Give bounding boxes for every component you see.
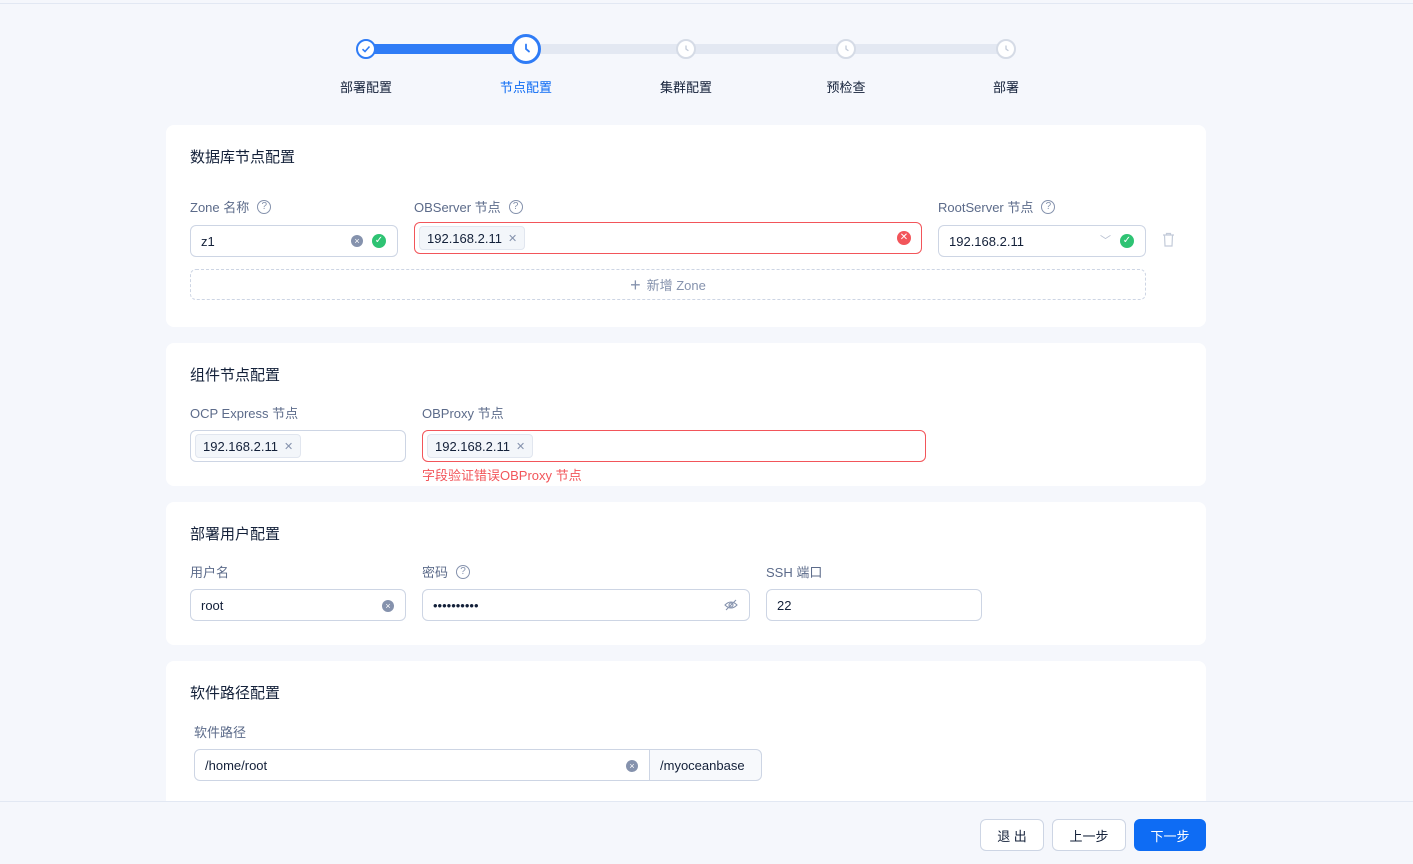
step-label: 部署配置 <box>339 80 392 95</box>
deploy-user-card: 部署用户配置 用户名 root × 密码 ? •••••••••• SSH 端口… <box>166 502 1206 645</box>
error-icon: ✕ <box>897 231 911 245</box>
delete-icon[interactable] <box>1162 232 1175 250</box>
tag-text: 192.168.2.11 <box>427 230 502 246</box>
eye-invisible-icon[interactable] <box>724 598 738 615</box>
step-label: 部署 <box>992 80 1019 95</box>
chevron-down-icon: ﹀ <box>1100 235 1111 247</box>
step-label: 节点配置 <box>499 80 552 95</box>
observer-select[interactable]: 192.168.2.11 ✕ ✕ <box>414 222 922 254</box>
clock-icon <box>676 39 696 59</box>
obproxy-tag: 192.168.2.11 ✕ <box>427 434 534 458</box>
tag-text: 192.168.2.11 <box>203 438 278 454</box>
observer-label: OBServer 节点 ? <box>414 197 523 216</box>
db-node-card: 数据库节点配置 Zone 名称 ? z1 × ✓ OBServer 节点 ? 1… <box>166 125 1206 327</box>
label-text: RootServer 节点 <box>938 200 1034 215</box>
ocp-express-select[interactable]: 192.168.2.11 ✕ <box>190 430 406 462</box>
clock-icon <box>511 34 541 64</box>
obproxy-label: OBProxy 节点 <box>422 403 504 422</box>
password-input[interactable]: •••••••••• <box>422 589 750 621</box>
step-label: 预检查 <box>826 80 866 95</box>
password-label: 密码 ? <box>422 562 471 581</box>
label-text: OBProxy 节点 <box>422 406 504 421</box>
button-label: 新增 Zone <box>646 278 706 293</box>
card-title: 组件节点配置 <box>190 367 281 384</box>
label-text: 软件路径 <box>194 725 247 740</box>
plus-icon: + <box>630 274 641 295</box>
success-icon: ✓ <box>372 234 386 248</box>
software-path-input[interactable]: /home/root × <box>194 749 650 781</box>
rootserver-select[interactable]: 192.168.2.11 ﹀ ✓ <box>938 225 1146 257</box>
next-step-button[interactable]: 下一步 <box>1134 819 1206 851</box>
component-node-card: 组件节点配置 OCP Express 节点 192.168.2.11 ✕ OBP… <box>166 343 1206 486</box>
label-text: 密码 <box>422 565 449 580</box>
label-text: Zone 名称 <box>190 200 250 215</box>
help-icon[interactable]: ? <box>1041 199 1056 214</box>
label-text: OCP Express 节点 <box>190 406 299 421</box>
success-icon: ✓ <box>1120 234 1134 248</box>
tag-text: 192.168.2.11 <box>435 438 510 454</box>
top-divider <box>0 3 1413 4</box>
select-value: 192.168.2.11 <box>949 233 1024 249</box>
username-input[interactable]: root × <box>190 589 406 621</box>
close-icon[interactable]: ✕ <box>508 232 517 245</box>
input-value: 22 <box>777 597 792 613</box>
ocp-tag: 192.168.2.11 ✕ <box>195 434 302 458</box>
add-zone-button[interactable]: + 新增 Zone <box>190 269 1146 300</box>
input-value: /home/root <box>205 757 268 773</box>
help-icon[interactable]: ? <box>508 199 523 214</box>
ssh-port-input[interactable]: 22 <box>766 589 982 621</box>
clear-icon[interactable]: × <box>351 235 363 247</box>
label-text: 用户名 <box>190 565 230 580</box>
software-path-card: 软件路径配置 软件路径 /home/root × /myoceanbase <box>166 661 1206 821</box>
input-value: root <box>201 597 224 613</box>
steps-track-fill <box>366 44 526 54</box>
card-title: 部署用户配置 <box>190 526 281 543</box>
rootserver-label: RootServer 节点 ? <box>938 197 1056 216</box>
ocp-express-label: OCP Express 节点 <box>190 403 298 422</box>
exit-button[interactable]: 退 出 <box>980 819 1044 851</box>
suffix-text: /myoceanbase <box>660 757 745 773</box>
close-icon[interactable]: ✕ <box>284 440 293 453</box>
software-path-label: 软件路径 <box>194 722 246 741</box>
step-label: 集群配置 <box>659 80 712 95</box>
footer-bar: 退 出 上一步 下一步 <box>0 801 1413 864</box>
input-value: •••••••••• <box>433 597 479 613</box>
clock-icon <box>836 39 856 59</box>
clock-icon <box>996 39 1016 59</box>
prev-step-button[interactable]: 上一步 <box>1052 819 1126 851</box>
label-text: OBServer 节点 <box>414 200 501 215</box>
software-path-suffix: /myoceanbase <box>649 749 762 781</box>
close-icon[interactable]: ✕ <box>516 440 525 453</box>
username-label: 用户名 <box>190 562 229 581</box>
steps-progress: 部署配置 节点配置 集群配置 预检查 部署 <box>306 34 1066 104</box>
observer-tag: 192.168.2.11 ✕ <box>419 226 526 250</box>
zone-name-label: Zone 名称 ? <box>190 197 272 216</box>
obproxy-error-message: 字段验证错误OBProxy 节点 <box>422 468 582 483</box>
input-value: z1 <box>201 233 215 249</box>
label-text: SSH 端口 <box>766 565 823 580</box>
clear-icon[interactable]: × <box>382 600 394 612</box>
ssh-port-label: SSH 端口 <box>766 562 822 581</box>
obproxy-select[interactable]: 192.168.2.11 ✕ <box>422 430 926 462</box>
help-icon[interactable]: ? <box>456 564 471 579</box>
clear-icon[interactable]: × <box>626 760 638 772</box>
zone-name-input[interactable]: z1 × ✓ <box>190 225 398 257</box>
card-title: 软件路径配置 <box>190 685 281 702</box>
help-icon[interactable]: ? <box>257 199 272 214</box>
check-icon <box>356 39 376 59</box>
card-title: 数据库节点配置 <box>190 149 296 166</box>
